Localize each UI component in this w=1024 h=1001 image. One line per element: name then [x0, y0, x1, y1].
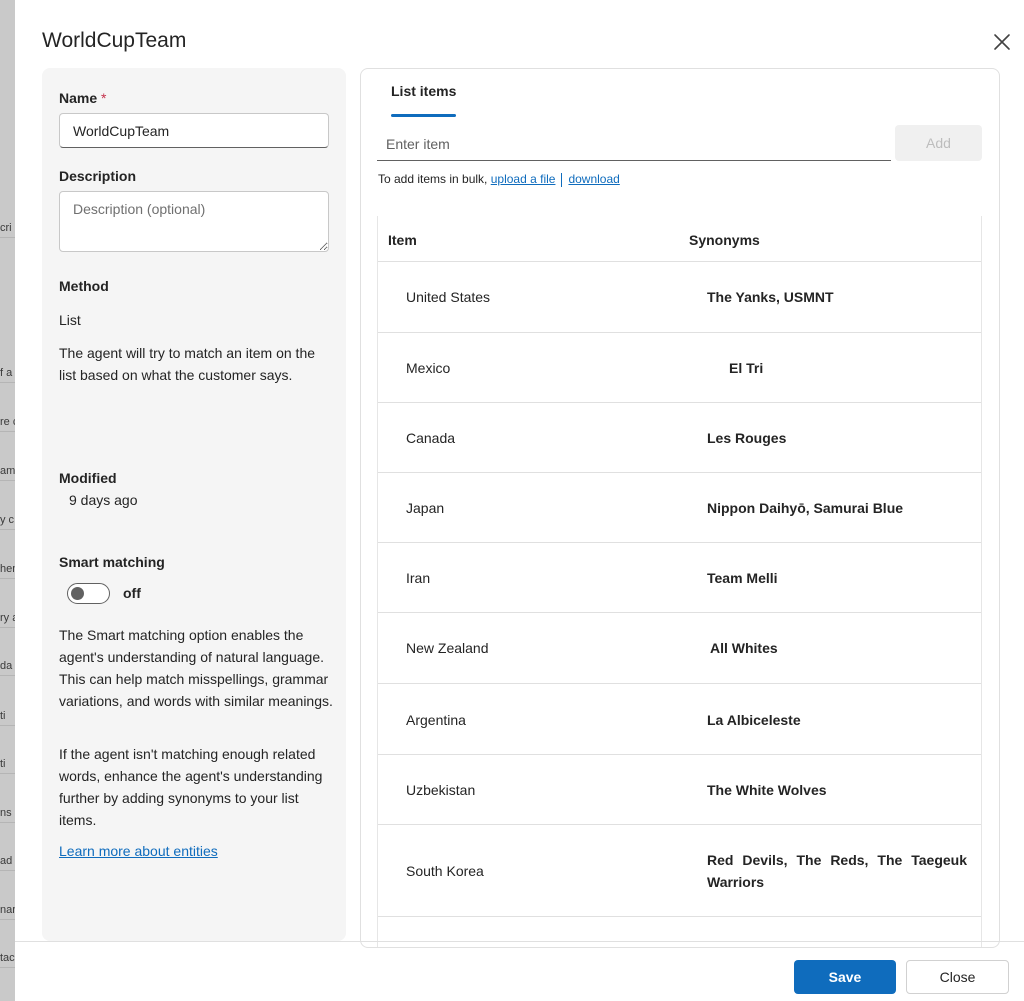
background-page: cri f a re c am y c hen ry a da ti ti ns…	[0, 0, 15, 1001]
item-cell: Argentina	[406, 712, 466, 728]
table-row[interactable]: Japan Nippon Daihyō, Samurai Blue	[378, 473, 981, 543]
download-link[interactable]: download	[568, 172, 619, 186]
name-label: Name *	[59, 90, 106, 106]
synonyms-cell: Les Rouges	[707, 430, 787, 446]
dialog-title: WorldCupTeam	[42, 29, 187, 52]
item-cell: Iran	[406, 570, 431, 586]
entity-dialog: WorldCupTeam Name * Description Method L…	[15, 0, 1024, 1001]
required-mark: *	[101, 90, 107, 106]
table-row[interactable]: Canada Les Rouges	[378, 403, 981, 473]
tab-indicator	[391, 114, 456, 117]
background-text: hen	[0, 559, 15, 579]
description-field[interactable]	[59, 191, 329, 252]
background-text: ns	[0, 803, 15, 823]
smart-matching-help: The Smart matching option enables the ag…	[59, 627, 333, 709]
item-cell: South Korea	[406, 863, 484, 879]
tab-list-items[interactable]: List items	[391, 83, 456, 99]
items-table: Item Synonyms United States The Yanks, U…	[377, 216, 982, 947]
footer-divider	[15, 941, 1024, 942]
background-text: nar	[0, 900, 15, 920]
table-row[interactable]: Mexico El Tri	[378, 333, 981, 403]
modified-value: 9 days ago	[69, 492, 138, 508]
table-header: Item Synonyms	[378, 216, 981, 262]
method-label: Method	[59, 278, 109, 294]
item-cell: Canada	[406, 430, 456, 446]
table-row[interactable]: Iran Team Melli	[378, 543, 981, 613]
link-separator	[561, 172, 563, 187]
list-items-panel: List items Add To add items in bulk, upl…	[360, 68, 1000, 948]
smart-matching-toggle[interactable]	[67, 583, 110, 604]
background-text: y c	[0, 510, 15, 530]
method-help: The agent will try to match an item on t…	[59, 345, 316, 383]
description-label: Description	[59, 168, 137, 184]
close-button[interactable]: Close	[906, 960, 1009, 994]
synonyms-cell: The White Wolves	[707, 782, 827, 798]
toggle-knob	[71, 587, 84, 600]
synonyms-cell: All Whites	[710, 640, 778, 656]
background-text: f a	[0, 363, 15, 383]
upload-file-link[interactable]: upload a file	[491, 172, 556, 186]
column-header-item: Item	[388, 232, 417, 248]
smart-matching-state: off	[123, 585, 141, 601]
background-text: am	[0, 461, 15, 481]
smart-matching-tip: If the agent isn't matching enough relat…	[59, 746, 323, 828]
bulk-add-hint: To add items in bulk, upload a file downl…	[378, 172, 620, 187]
synonyms-cell: Team Melli	[707, 570, 778, 586]
table-row[interactable]: United States The Yanks, USMNT	[378, 262, 981, 333]
synonyms-cell: El Tri	[729, 360, 764, 376]
table-row[interactable]: Argentina La Albiceleste	[378, 684, 981, 755]
column-header-synonyms: Synonyms	[689, 232, 760, 248]
synonyms-cell: The Yanks, USMNT	[707, 289, 834, 305]
save-button[interactable]: Save	[794, 960, 896, 994]
synonyms-cell: Nippon Daihyō, Samurai Blue	[707, 500, 904, 516]
item-cell: Uzbekistan	[406, 782, 476, 798]
synonyms-cell: Red Devils, The Reds, The Taegeuk Warrio…	[707, 852, 967, 890]
close-icon[interactable]	[991, 31, 1013, 53]
item-cell: New Zealand	[406, 640, 489, 656]
table-row[interactable]: South Korea Red Devils, The Reds, The Ta…	[378, 825, 981, 917]
background-text: ti	[0, 754, 15, 774]
method-value: List	[59, 312, 81, 328]
table-row[interactable]: Uzbekistan The White Wolves	[378, 755, 981, 825]
learn-more-link[interactable]: Learn more about entities	[59, 843, 218, 859]
smart-matching-label: Smart matching	[59, 554, 165, 570]
background-text: cri	[0, 218, 15, 238]
background-text: ad	[0, 851, 15, 871]
name-label-text: Name	[59, 90, 98, 106]
synonyms-cell: La Albiceleste	[707, 712, 801, 728]
enter-item-input[interactable]	[377, 127, 891, 161]
add-button[interactable]: Add	[895, 125, 982, 161]
table-row[interactable]: New Zealand All Whites	[378, 613, 981, 684]
item-cell: Mexico	[406, 360, 451, 376]
details-panel: Name * Description Method List The agent…	[42, 68, 346, 941]
background-text: ti	[0, 706, 15, 726]
modified-label: Modified	[59, 470, 117, 486]
background-text: tac	[0, 948, 15, 968]
bulk-add-text: To add items in bulk,	[378, 172, 488, 186]
item-cell: Japan	[406, 500, 445, 516]
name-input[interactable]	[59, 113, 329, 148]
background-text: da	[0, 656, 15, 676]
background-text: re c	[0, 412, 15, 432]
background-text: ry a	[0, 608, 15, 628]
item-cell: United States	[406, 289, 491, 305]
